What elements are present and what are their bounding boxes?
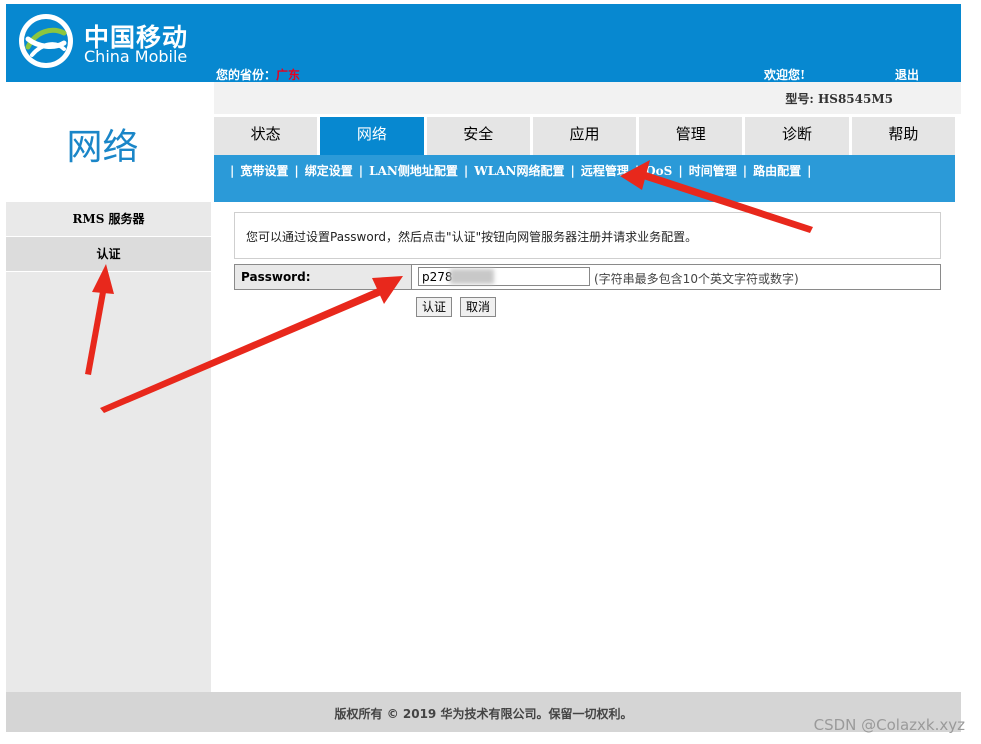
tab-network[interactable]: 网络 — [320, 117, 424, 155]
tab-application[interactable]: 应用 — [532, 117, 637, 155]
subnav-separator: | — [294, 163, 299, 178]
subnav-broadband[interactable]: 宽带设置 — [240, 162, 288, 179]
tab-management[interactable]: 管理 — [639, 117, 743, 155]
main-tabs: 状态 网络 安全 应用 管理 诊断 帮助 — [214, 117, 955, 155]
brand-name-en: China Mobile — [84, 47, 188, 66]
subnav-separator: | — [570, 163, 575, 178]
sidebar-menu: RMS 服务器 认证 — [6, 202, 211, 692]
tab-security[interactable]: 安全 — [426, 117, 530, 155]
tab-help[interactable]: 帮助 — [851, 117, 955, 155]
watermark: CSDN @Colazxk.xyz — [813, 716, 965, 734]
password-label: Password: — [235, 265, 412, 289]
info-text: 您可以通过设置Password，然后点击"认证"按钮向网管服务器注册并请求业务配… — [246, 230, 698, 244]
sidebar-item-rms-server[interactable]: RMS 服务器 — [6, 202, 211, 237]
subnav-separator: | — [463, 163, 469, 178]
subnav-lan[interactable]: LAN侧地址配置 — [369, 162, 458, 179]
china-mobile-logo-icon — [19, 14, 73, 68]
subnav-time[interactable]: 时间管理 — [689, 162, 737, 179]
model-bar: 型号: HS8545M5 — [214, 82, 961, 114]
auth-button[interactable]: 认证 — [416, 297, 453, 317]
password-row: Password: (字符串最多包含10个英文字符或数字) — [234, 264, 941, 290]
logout-link[interactable]: 退出 — [895, 66, 919, 83]
subnav-binding[interactable]: 绑定设置 — [305, 162, 353, 179]
cancel-button[interactable]: 取消 — [460, 297, 497, 317]
tab-status[interactable]: 状态 — [214, 117, 318, 155]
sub-navigation: | 宽带设置 | 绑定设置 | LAN侧地址配置 | WLAN网络配置 | 远程… — [214, 155, 955, 202]
tab-diagnosis[interactable]: 诊断 — [745, 117, 849, 155]
province-value: 广东 — [276, 68, 301, 82]
sidebar-item-auth[interactable]: 认证 — [6, 237, 211, 272]
subnav-separator: | — [358, 163, 364, 178]
subnav-routing[interactable]: 路由配置 — [753, 162, 801, 179]
subnav-qos[interactable]: QoS — [645, 164, 672, 178]
section-title: 网络 — [66, 127, 139, 168]
subnav-wlan[interactable]: WLAN网络配置 — [474, 162, 564, 179]
info-box: 您可以通过设置Password，然后点击"认证"按钮向网管服务器注册并请求业务配… — [234, 212, 941, 259]
province-label: 您的省份： — [216, 68, 277, 82]
password-redaction — [450, 269, 494, 284]
password-input[interactable] — [418, 267, 590, 286]
subnav-separator: | — [678, 163, 683, 178]
subnav-separator: | — [807, 163, 812, 178]
subnav-separator: | — [230, 163, 235, 178]
top-header: 中国移动 China Mobile 您的省份：广东 欢迎您! 退出 — [6, 4, 961, 82]
subnav-separator: | — [634, 163, 640, 178]
model-number: 型号: HS8545M5 — [785, 92, 893, 106]
subnav-remote-management[interactable]: 远程管理 — [581, 162, 629, 179]
password-hint: (字符串最多包含10个英文字符或数字) — [594, 272, 799, 286]
subnav-separator: | — [742, 163, 748, 178]
welcome-text: 欢迎您! — [764, 68, 806, 82]
province-info: 您的省份：广东 — [216, 66, 300, 83]
